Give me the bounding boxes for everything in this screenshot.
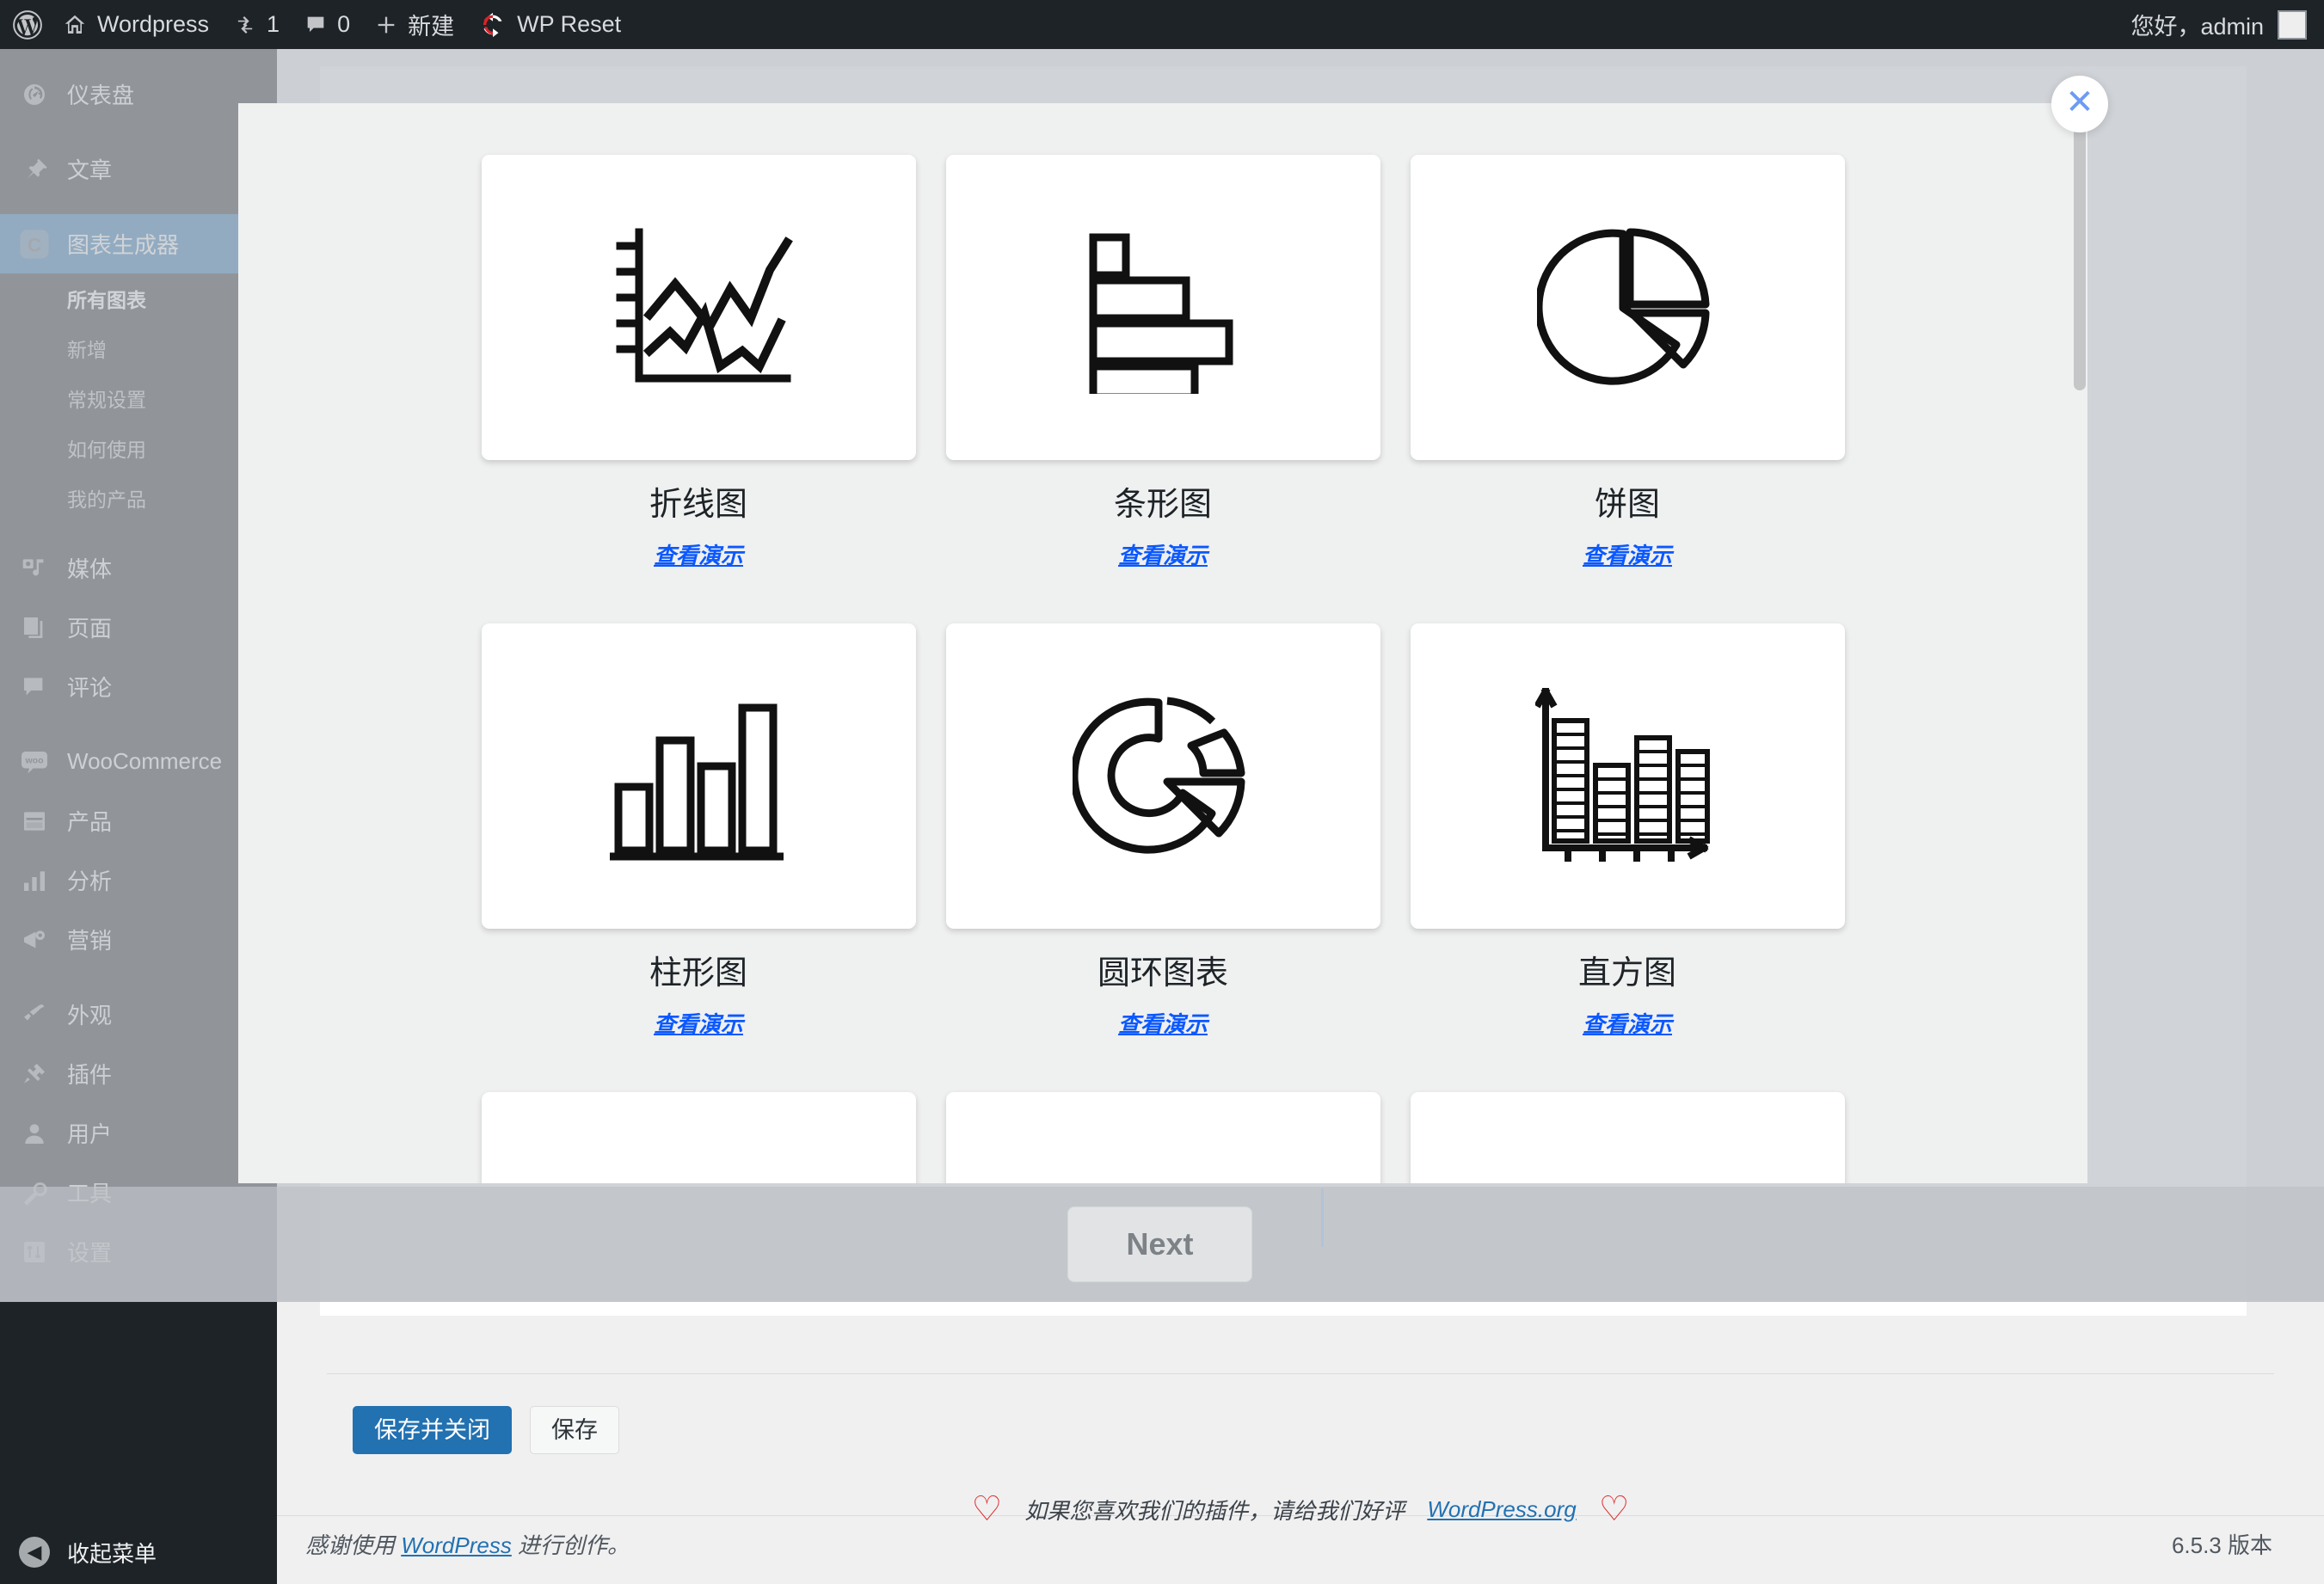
chart-type-card-pie[interactable]: [1411, 155, 1845, 460]
collapse-arrow-left-icon: ◀: [19, 1537, 50, 1568]
chart-type-item: 条形图 查看演示: [946, 155, 1380, 623]
chart-type-modal: 折线图 查看演示: [238, 103, 2087, 1183]
close-icon: ✕: [2065, 85, 2094, 120]
close-modal-button[interactable]: ✕: [2051, 76, 2108, 132]
avatar: [2278, 10, 2307, 40]
new-content-label: 新建: [408, 8, 454, 41]
comments-button[interactable]: 0: [292, 0, 362, 49]
site-name-button[interactable]: Wordpress: [50, 0, 221, 49]
comments-count: 0: [337, 11, 350, 38]
chart-type-demo-link[interactable]: 查看演示: [1411, 538, 1845, 570]
wp-version-label: 6.5.3 版本: [2172, 1528, 2272, 1560]
chart-type-item: 折线图 查看演示: [482, 155, 916, 623]
chart-type-title: 圆环图表: [946, 957, 1380, 990]
line-chart-icon: [599, 222, 797, 394]
column-chart-icon: [606, 691, 791, 863]
chart-type-item: 圆环图表 查看演示: [946, 623, 1380, 1092]
chart-type-item: [946, 1092, 1380, 1183]
chart-type-title: 条形图: [946, 488, 1380, 521]
collapse-menu-button[interactable]: ◀ 收起菜单: [0, 1520, 277, 1584]
chart-type-card-donut[interactable]: [946, 623, 1380, 929]
rating-text: 如果您喜欢我们的插件，请给我们好评: [1024, 1494, 1405, 1526]
chart-type-title: 直方图: [1411, 957, 1845, 990]
plus-icon: [374, 13, 398, 37]
updates-button[interactable]: 1: [221, 0, 292, 49]
area-chart-icon: [599, 1159, 797, 1184]
chart-type-item: [482, 1092, 916, 1183]
bar-chart-icon: [1064, 222, 1262, 394]
chart-type-card-line[interactable]: [482, 155, 916, 460]
chart-type-title: 折线图: [482, 488, 916, 521]
chart-type-item: [1411, 1092, 1845, 1183]
chart-type-demo-link[interactable]: 查看演示: [946, 538, 1380, 570]
wp-logo-button[interactable]: [0, 0, 50, 49]
chart-type-demo-link[interactable]: 查看演示: [482, 1007, 916, 1039]
wp-reset-label: WP Reset: [517, 11, 621, 38]
home-icon: [62, 12, 88, 38]
thanks-suffix: 进行创作。: [512, 1532, 630, 1558]
chart-type-grid: 折线图 查看演示: [298, 155, 2027, 1183]
heart-icon: ♡: [1599, 1492, 1630, 1526]
pie-chart-icon: [1537, 222, 1718, 394]
chart-type-title: 饼图: [1411, 488, 1845, 521]
chart-type-card-histogram[interactable]: [1411, 623, 1845, 929]
chart-type-demo-link[interactable]: 查看演示: [946, 1007, 1380, 1039]
histogram-chart-icon: [1535, 688, 1720, 864]
greeting-label: 您好，admin: [2130, 8, 2264, 41]
admin-bar: Wordpress 1 0 新建: [0, 0, 2324, 49]
step-chart-icon: [1528, 1159, 1726, 1184]
donut-chart-icon: [1073, 691, 1253, 863]
chart-type-card-column[interactable]: [482, 623, 916, 929]
save-button[interactable]: 保存: [530, 1406, 619, 1454]
collapse-menu-label: 收起菜单: [67, 1537, 157, 1569]
reset-refresh-icon: [478, 10, 507, 40]
next-button[interactable]: Next: [1067, 1206, 1252, 1282]
chart-type-item: 饼图 查看演示: [1411, 155, 1845, 623]
chart-type-item: 柱形图 查看演示: [482, 623, 916, 1092]
chart-type-title: 柱形图: [482, 957, 916, 990]
chart-type-demo-link[interactable]: 查看演示: [1411, 1007, 1845, 1039]
wizard-panel-divider: [1321, 1188, 1324, 1247]
footer-divider: [327, 1373, 2274, 1374]
updates-count: 1: [267, 11, 280, 38]
chart-type-scroll-region: 折线图 查看演示: [238, 103, 2087, 1183]
wp-reset-button[interactable]: WP Reset: [466, 0, 633, 49]
thanks-text: 感谢使用 WordPress 进行创作。: [305, 1528, 630, 1560]
my-account-button[interactable]: 您好，admin: [2118, 0, 2324, 49]
updates-icon: [233, 13, 257, 37]
wordpress-logo-icon: [12, 9, 43, 40]
chart-type-card-box[interactable]: [946, 1092, 1380, 1183]
thanks-prefix: 感谢使用: [305, 1532, 401, 1558]
modal-scrollbar-thumb[interactable]: [2074, 107, 2086, 390]
footer-button-row: 保存并关闭 保存: [353, 1406, 619, 1454]
wordpress-link[interactable]: WordPress: [401, 1532, 512, 1558]
plugin-rating-row: ♡ 如果您喜欢我们的插件，请给我们好评 WordPress.org ♡: [277, 1492, 2324, 1526]
comment-bubble-icon: [304, 13, 328, 37]
new-content-button[interactable]: 新建: [362, 0, 466, 49]
chart-type-card-step[interactable]: [1411, 1092, 1845, 1183]
chart-type-item: 直方图 查看演示: [1411, 623, 1845, 1092]
chart-type-card-bar[interactable]: [946, 155, 1380, 460]
site-name-label: Wordpress: [97, 11, 209, 38]
box-chart-icon: [1064, 1159, 1262, 1184]
wordpress-org-link[interactable]: WordPress.org: [1427, 1496, 1576, 1523]
save-and-close-button[interactable]: 保存并关闭: [353, 1406, 512, 1454]
heart-icon: ♡: [971, 1492, 1002, 1526]
chart-type-demo-link[interactable]: 查看演示: [482, 538, 916, 570]
chart-type-card-area[interactable]: [482, 1092, 916, 1183]
